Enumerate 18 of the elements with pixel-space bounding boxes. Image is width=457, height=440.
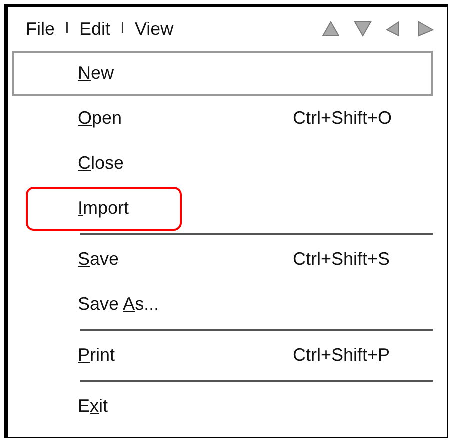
menu-divider: I [120, 19, 125, 39]
menu-title[interactable]: File [26, 16, 56, 42]
menu-item[interactable]: New [12, 51, 433, 96]
menu-item[interactable]: Exit [12, 384, 433, 429]
triangle-up-icon[interactable] [321, 20, 341, 38]
menu-title[interactable]: Edit [79, 16, 110, 42]
shortcut-text: Ctrl+Shift+O [293, 107, 392, 130]
menu-item[interactable]: Open Ctrl+Shift+O [12, 96, 433, 141]
menu-divider: I [65, 19, 70, 39]
menu-item[interactable]: Close [12, 141, 433, 186]
triangle-down-icon[interactable] [353, 20, 373, 38]
menu-item[interactable]: Import [12, 186, 433, 231]
menu-item[interactable]: Save As... [12, 282, 433, 327]
shortcut-text: Ctrl+Shift+P [293, 344, 390, 367]
menu-item[interactable]: Print Ctrl+Shift+P [12, 333, 433, 378]
menu-item[interactable]: Save Ctrl+Shift+S [12, 237, 433, 282]
shortcut-text: Ctrl+Shift+S [293, 248, 390, 271]
menu-title[interactable]: View [134, 16, 174, 42]
